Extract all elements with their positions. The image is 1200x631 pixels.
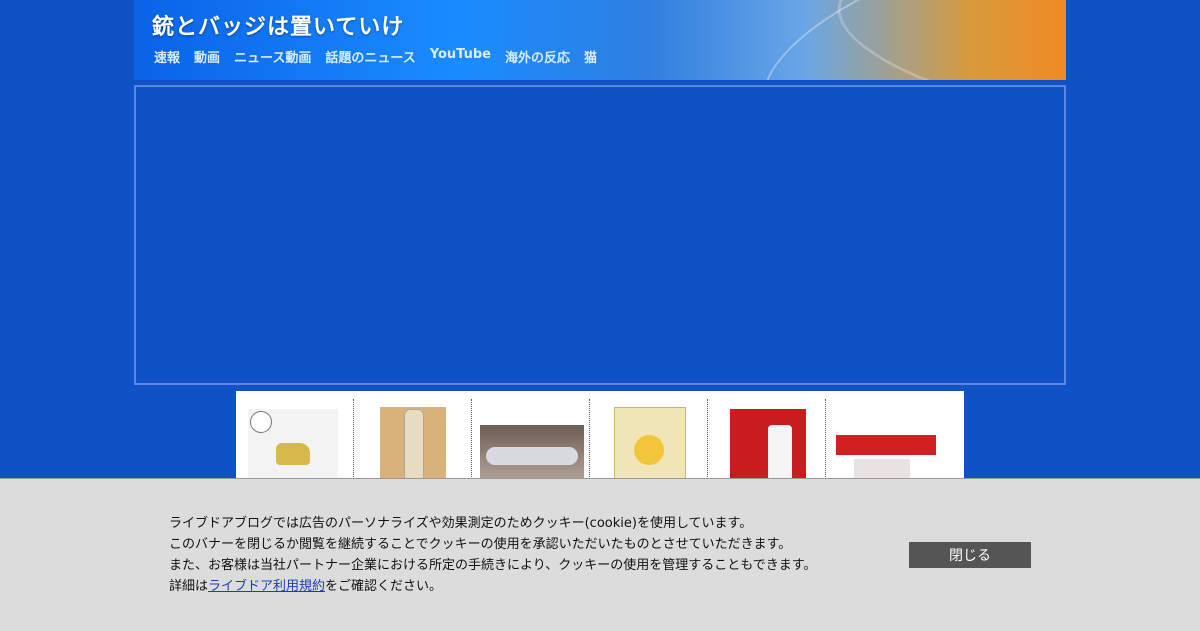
- cookie-line: ライブドアブログでは広告のパーソナライズや効果測定のためクッキー(cookie)…: [169, 516, 753, 531]
- toy-train-product-icon: [836, 435, 936, 455]
- close-button[interactable]: 閉じる: [909, 542, 1031, 568]
- nav-item-wadai-news[interactable]: 話題のニュース: [325, 47, 415, 66]
- nav-item-youtube[interactable]: YouTube: [430, 47, 491, 66]
- badge-icon: [250, 411, 272, 433]
- nav-item-sokuho[interactable]: 速報: [154, 47, 180, 66]
- product-item[interactable]: [590, 399, 708, 491]
- cookie-line: また、お客様は当社パートナー企業における所定の手続きにより、クッキーの使用を管理…: [169, 558, 817, 573]
- terms-link[interactable]: ライブドア利用規約: [208, 579, 325, 594]
- main-nav: 速報 動画 ニュース動画 話題のニュース YouTube 海外の反応 猫: [154, 47, 597, 66]
- dog-icon: [276, 443, 310, 465]
- site-header: 銃とバッジは置いていけ 速報 動画 ニュース動画 話題のニュース YouTube…: [134, 0, 1066, 80]
- cookie-message: ライブドアブログでは広告のパーソナライズや効果測定のためクッキー(cookie)…: [169, 513, 879, 597]
- nav-item-kaigai-hannou[interactable]: 海外の反応: [505, 47, 570, 66]
- nav-item-neko[interactable]: 猫: [584, 47, 597, 66]
- product-item[interactable]: [708, 399, 826, 489]
- spray-bottle-icon: [768, 425, 792, 485]
- nav-item-douga[interactable]: 動画: [194, 47, 220, 66]
- product-item[interactable]: [236, 399, 354, 489]
- product-item[interactable]: [472, 399, 590, 489]
- bottle-icon: [404, 409, 424, 483]
- product-item[interactable]: [354, 399, 472, 489]
- site-title-link[interactable]: 銃とバッジは置いていけ: [152, 9, 404, 41]
- ad-placeholder: [134, 85, 1066, 385]
- cookie-line: 詳細はライブドア利用規約をご確認ください。: [169, 576, 879, 597]
- cookie-details-suffix: をご確認ください。: [325, 579, 443, 594]
- label-icon: [634, 435, 664, 465]
- product-item[interactable]: [826, 399, 944, 489]
- cookie-details-prefix: 詳細は: [169, 579, 209, 594]
- cookie-banner: ライブドアブログでは広告のパーソナライズや効果測定のためクッキー(cookie)…: [0, 478, 1200, 631]
- nav-item-news-douga[interactable]: ニュース動画: [234, 47, 311, 66]
- cookie-line: このバナーを閉じるか閲覧を継続することでクッキーの使用を承認いただいたものとさせ…: [169, 537, 792, 552]
- train-icon: [486, 447, 578, 465]
